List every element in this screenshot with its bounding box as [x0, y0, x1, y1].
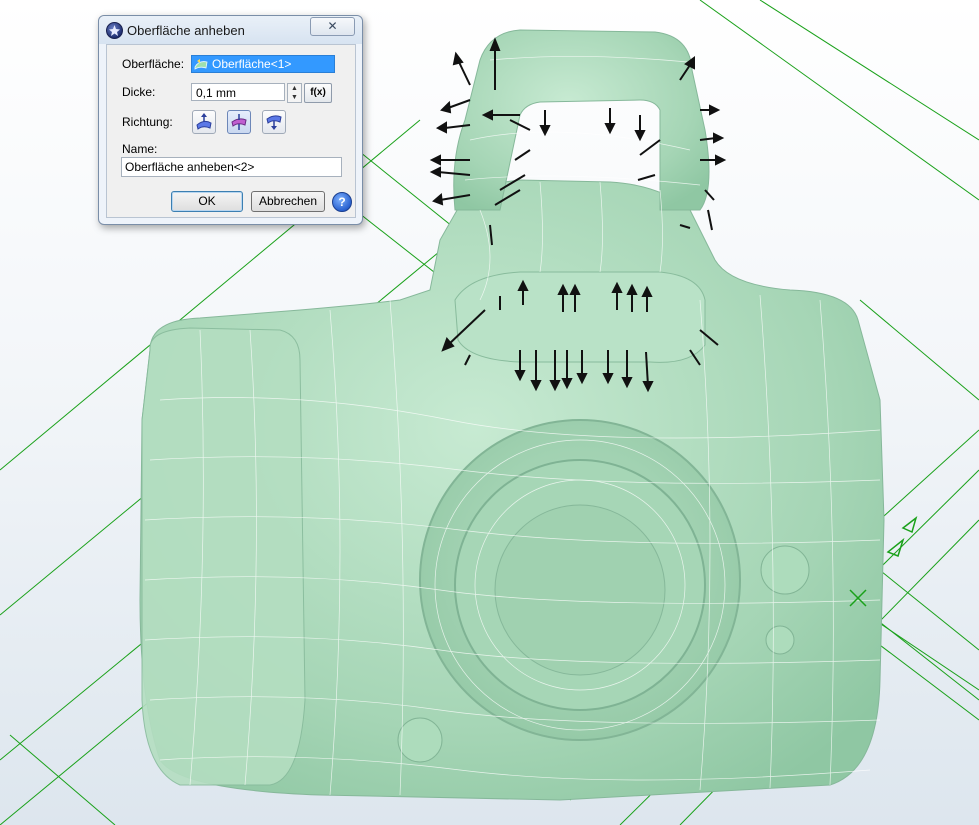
direction-outward-icon: [196, 113, 212, 130]
cancel-button[interactable]: Abbrechen: [251, 191, 325, 212]
name-label: Name:: [122, 142, 158, 156]
help-icon[interactable]: ?: [332, 192, 352, 212]
thickness-spinner[interactable]: ▲ ▼: [287, 83, 302, 103]
direction-both-button[interactable]: [227, 110, 251, 134]
direction-both-icon: [231, 114, 247, 130]
direction-outward-button[interactable]: [192, 110, 216, 134]
close-button[interactable]: ✕: [310, 17, 355, 36]
lift-surface-dialog[interactable]: Oberfläche anheben ✕ Oberfläche: Oberflä…: [98, 15, 363, 225]
surface-label: Oberfläche:: [122, 57, 185, 71]
dialog-title: Oberfläche anheben: [127, 23, 245, 38]
direction-label: Richtung:: [122, 115, 173, 129]
function-button[interactable]: f(x): [304, 83, 332, 103]
thickness-label: Dicke:: [122, 85, 156, 99]
dialog-content: Oberfläche: Oberfläche<1> Dicke: 0,1 mm …: [106, 44, 356, 218]
surface-value: Oberfläche<1>: [212, 57, 292, 71]
spin-up-icon[interactable]: ▲: [288, 84, 301, 93]
direction-inward-button[interactable]: [262, 110, 286, 134]
surface-selection-field[interactable]: Oberfläche<1>: [191, 55, 335, 73]
ok-button[interactable]: OK: [171, 191, 243, 212]
name-input[interactable]: Oberfläche anheben<2>: [121, 157, 342, 177]
surface-icon: [194, 59, 208, 70]
dialog-titlebar[interactable]: Oberfläche anheben ✕: [99, 16, 362, 44]
app-logo-icon: [106, 22, 123, 39]
direction-inward-icon: [266, 115, 282, 130]
thickness-input[interactable]: 0,1 mm: [191, 83, 285, 101]
spin-down-icon[interactable]: ▼: [288, 93, 301, 102]
